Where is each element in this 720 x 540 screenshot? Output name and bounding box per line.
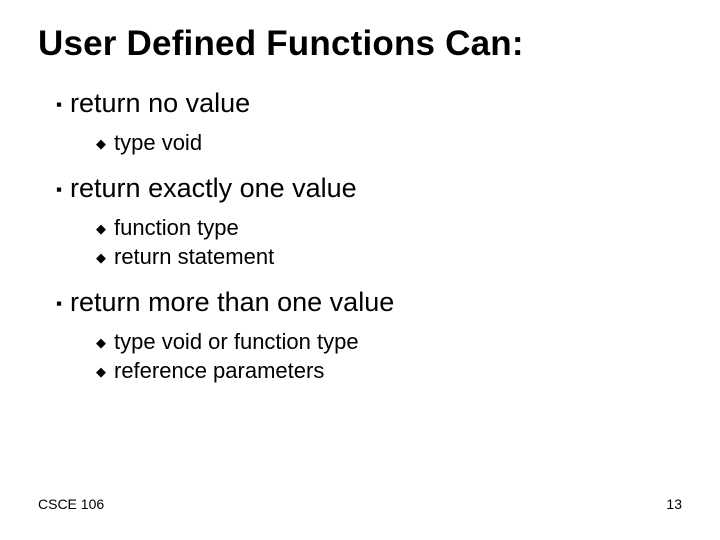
diamond-bullet-icon: ◆ [96,133,106,155]
list-item-label: return no value [70,88,250,119]
content-list: ▪ return no value ◆ type void ▪ return e… [38,88,682,385]
list-item: ◆ type void [96,130,682,157]
diamond-bullet-icon: ◆ [96,218,106,240]
list-item: ▪ return more than one value [56,287,682,319]
list-item-label: function type [114,215,239,241]
list-item-label: type void [114,130,202,156]
diamond-bullet-icon: ◆ [96,332,106,354]
list-item: ▪ return no value [56,88,682,120]
list-item-label: type void or function type [114,329,359,355]
square-bullet-icon: ▪ [56,91,62,118]
list-item: ▪ return exactly one value [56,173,682,205]
sub-list: ◆ type void [56,130,682,157]
square-bullet-icon: ▪ [56,290,62,317]
sub-list: ◆ type void or function type ◆ reference… [56,329,682,385]
list-item-label: reference parameters [114,358,324,384]
list-item: ◆ type void or function type [96,329,682,356]
square-bullet-icon: ▪ [56,176,62,203]
slide-title: User Defined Functions Can: [38,24,682,64]
list-item-label: return more than one value [70,287,394,318]
page-number: 13 [666,496,682,512]
diamond-bullet-icon: ◆ [96,247,106,269]
list-item: ◆ reference parameters [96,358,682,385]
list-item-label: return exactly one value [70,173,357,204]
sub-list: ◆ function type ◆ return statement [56,215,682,271]
list-item: ◆ return statement [96,244,682,271]
list-item-label: return statement [114,244,274,270]
footer: CSCE 106 13 [38,496,682,512]
footer-left: CSCE 106 [38,496,104,512]
list-item: ◆ function type [96,215,682,242]
diamond-bullet-icon: ◆ [96,361,106,383]
